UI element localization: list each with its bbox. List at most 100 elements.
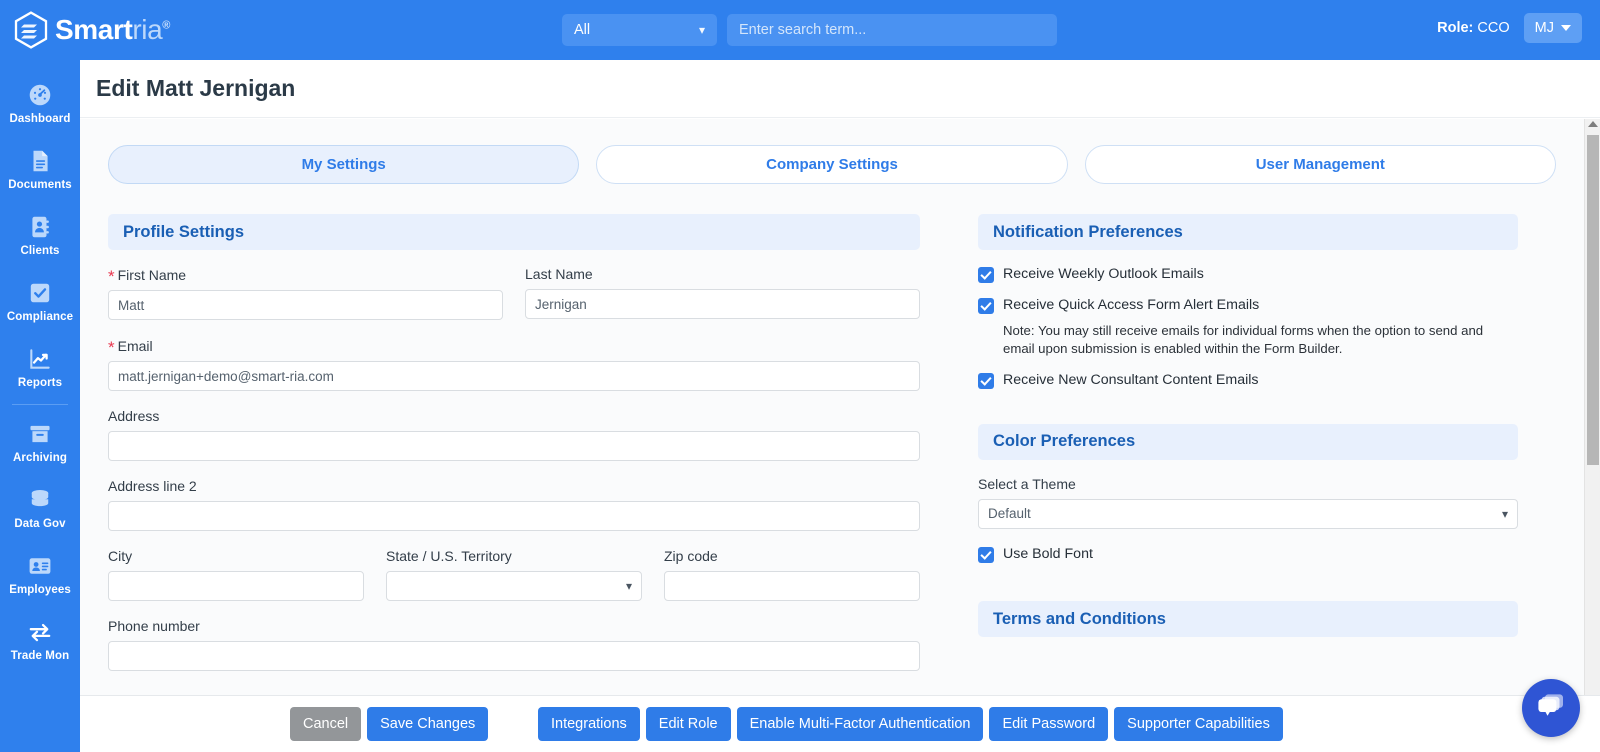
tab-label: Company Settings [766, 156, 898, 173]
brand-logo[interactable]: Smartria® [0, 11, 170, 49]
page-title: Edit Matt Jernigan [96, 75, 296, 101]
sidebar-item-archiving[interactable]: Archiving [0, 409, 80, 475]
theme-select[interactable]: Default ▾ [978, 498, 1518, 529]
integrations-button[interactable]: Integrations [538, 707, 640, 741]
settings-content: My Settings Company Settings User Manage… [80, 119, 1600, 688]
state-select[interactable]: ▾ [386, 571, 642, 601]
supporter-capabilities-button[interactable]: Supporter Capabilities [1114, 707, 1283, 741]
profile-settings-column: Profile Settings * First Name Matt Last … [108, 214, 920, 688]
sidebar-item-compliance[interactable]: Compliance [0, 268, 80, 334]
use-bold-font-checkbox[interactable] [978, 546, 994, 563]
chat-widget-button[interactable] [1522, 679, 1580, 737]
address-label: Address [108, 408, 920, 424]
exchange-arrows-icon [27, 619, 53, 645]
label-text: Email [117, 337, 153, 354]
sidebar-item-data-gov[interactable]: Data Gov [0, 475, 80, 541]
avatar-initials: MJ [1534, 20, 1554, 36]
phone-number-input[interactable] [108, 641, 920, 671]
first-name-group: * First Name [108, 266, 503, 320]
enable-mfa-button[interactable]: Enable Multi-Factor Authentication [736, 707, 984, 741]
address-input[interactable] [108, 431, 920, 461]
page-header: Edit Matt Jernigan [80, 60, 1600, 118]
label-text: State / U.S. Territory [386, 548, 512, 564]
sidebar-item-label: Archiving [13, 451, 67, 464]
sidebar-item-label: Compliance [6, 310, 74, 323]
new-consultant-content-checkbox[interactable] [978, 372, 994, 389]
database-icon [27, 487, 53, 513]
email-input[interactable] [108, 361, 920, 391]
sidebar-item-clients[interactable]: Clients [0, 202, 80, 268]
tab-company-settings[interactable]: Company Settings [596, 145, 1068, 184]
checkbox-label: Receive New Consultant Content Emails [1003, 371, 1259, 388]
checkbox-label: Receive Weekly Outlook Emails [1003, 266, 1204, 282]
app-root: Smartria® All ▾ Role: CCO MJ [0, 0, 1600, 752]
tab-user-management[interactable]: User Management [1084, 145, 1556, 184]
sidebar-item-documents[interactable]: Documents [0, 136, 80, 202]
document-icon [27, 148, 53, 174]
chart-line-icon [27, 346, 53, 372]
first-name-input[interactable] [108, 290, 503, 320]
sidebar-item-label: Data Gov [14, 517, 66, 530]
quick-access-form-alert-checkbox[interactable] [978, 297, 994, 314]
last-name-input[interactable] [525, 289, 920, 319]
chat-bubbles-icon [1536, 692, 1566, 725]
state-label: State / U.S. Territory [386, 548, 642, 564]
settings-scroll-area: My Settings Company Settings User Manage… [80, 119, 1600, 695]
label-text: Address [108, 408, 160, 424]
checkbox-check-icon [27, 280, 53, 306]
search-input[interactable] [727, 14, 1057, 46]
weekly-outlook-emails-checkbox[interactable] [978, 267, 994, 283]
chevron-down-icon: ▾ [698, 23, 705, 37]
zip-code-input[interactable] [664, 571, 920, 601]
role-value: CCO [1477, 20, 1510, 36]
sidebar-item-label: Reports [17, 376, 63, 389]
sidebar-item-trade-mon[interactable]: Trade Mon [0, 607, 80, 673]
section-title: Notification Preferences [993, 222, 1183, 241]
first-name-label: * First Name [108, 266, 503, 286]
footer-action-bar: Cancel Save Changes Integrations Edit Ro… [80, 695, 1600, 752]
tab-my-settings[interactable]: My Settings [108, 145, 580, 184]
city-input[interactable] [108, 571, 364, 601]
tab-label: My Settings [301, 156, 386, 173]
search-scope-select[interactable]: All ▾ [562, 14, 717, 46]
vertical-scrollbar[interactable] [1584, 119, 1600, 695]
sidebar-item-reports[interactable]: Reports [0, 334, 80, 400]
smartria-hex-logo-icon [14, 11, 48, 49]
sidebar-item-employees[interactable]: Employees [0, 541, 80, 607]
notification-preferences-header: Notification Preferences [978, 214, 1518, 250]
use-bold-font-row: Use Bold Font [978, 546, 1518, 564]
checkbox-label: Receive Quick Access Form Alert Emails [1003, 296, 1260, 313]
color-preferences-header: Color Preferences [978, 423, 1518, 460]
main-region: Edit Matt Jernigan My Settings Company S… [80, 60, 1600, 752]
name-row: * First Name Last Name [108, 266, 920, 320]
cancel-button[interactable]: Cancel [290, 707, 362, 741]
last-name-label: Last Name [525, 266, 920, 282]
city-state-zip-row: City State / U.S. Territory ▾ Zip code [108, 548, 920, 601]
label-text: Address line 2 [108, 478, 197, 494]
primary-actions-group: Cancel Save Changes [290, 707, 489, 741]
sidebar-item-dashboard[interactable]: Dashboard [0, 70, 80, 136]
section-title: Color Preferences [993, 432, 1136, 451]
role-and-account: Role: CCO MJ [1437, 13, 1582, 43]
email-group: * Email [108, 337, 920, 391]
edit-role-button[interactable]: Edit Role [645, 707, 731, 741]
address-line-2-input[interactable] [108, 501, 920, 531]
state-group: State / U.S. Territory ▾ [386, 548, 642, 601]
email-label: * Email [108, 337, 920, 357]
section-title: Terms and Conditions [993, 609, 1166, 628]
address-group: Address [108, 408, 920, 461]
address2-label: Address line 2 [108, 478, 920, 494]
new-consultant-content-row: Receive New Consultant Content Emails [978, 372, 1518, 390]
scrollbar-thumb[interactable] [1587, 135, 1599, 465]
scroll-up-arrow-icon[interactable] [1587, 121, 1598, 127]
phone-label: Phone number [108, 618, 920, 634]
account-menu-button[interactable]: MJ [1523, 13, 1582, 43]
city-group: City [108, 548, 364, 601]
edit-password-button[interactable]: Edit Password [989, 707, 1109, 741]
quick-access-form-alert-row: Receive Quick Access Form Alert Emails [978, 297, 1518, 315]
brand-name-dim: ria [132, 14, 163, 45]
theme-selected-value: Default [988, 506, 1031, 522]
save-changes-button[interactable]: Save Changes [367, 707, 489, 741]
settings-tabs: My Settings Company Settings User Manage… [108, 145, 1556, 184]
theme-group: Select a Theme Default ▾ [978, 476, 1518, 529]
